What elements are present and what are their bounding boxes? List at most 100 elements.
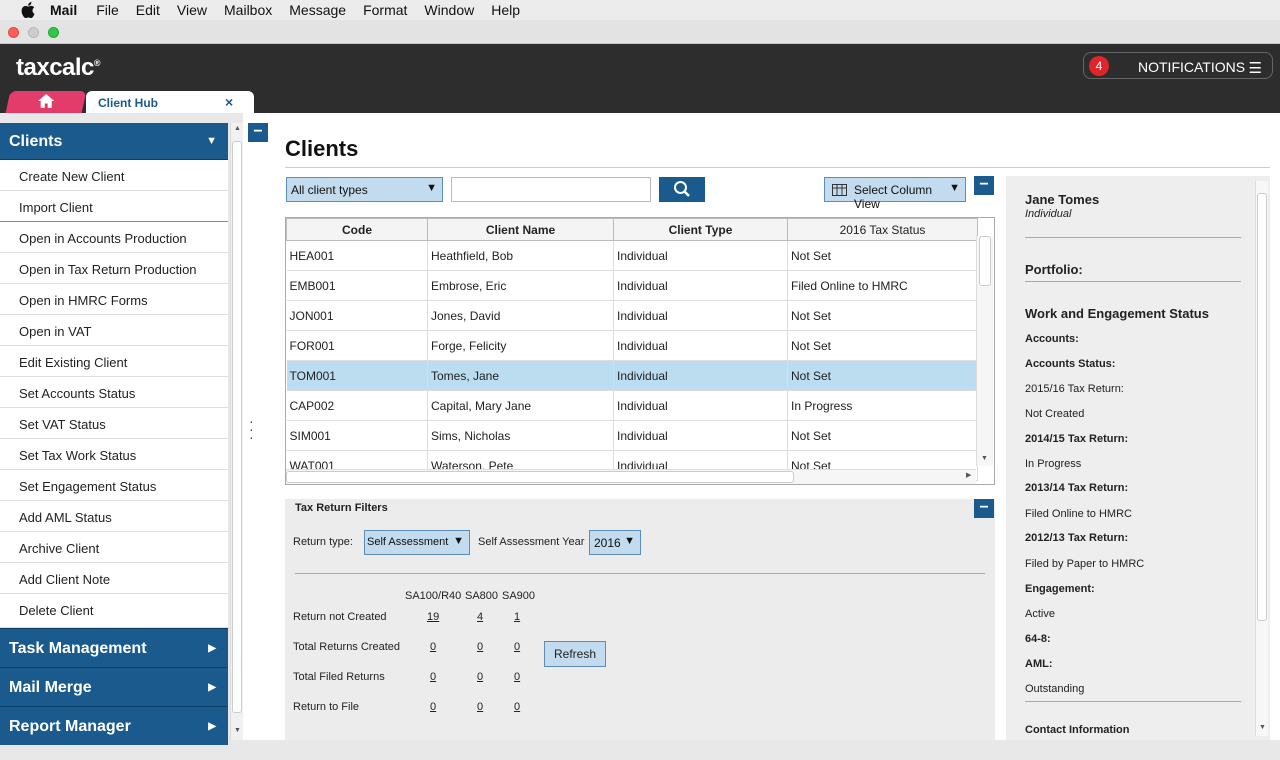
count-link[interactable]: 4 — [477, 611, 483, 623]
count-link[interactable]: 0 — [514, 671, 520, 683]
search-input[interactable] — [451, 177, 651, 202]
sidebar-item-add-aml-status[interactable]: Add AML Status — [0, 501, 228, 532]
details-scrollbar[interactable]: ▼ — [1255, 181, 1268, 736]
sidebar-group-report-manager[interactable]: Report Manager ▶ — [0, 706, 228, 745]
sidebar-item-archive-client[interactable]: Archive Client — [0, 532, 228, 563]
zoom-window-button[interactable] — [48, 27, 59, 38]
count-link[interactable]: 0 — [514, 641, 520, 653]
detail-divider — [1025, 701, 1241, 702]
sidebar-item-set-engagement-status[interactable]: Set Engagement Status — [0, 470, 228, 501]
table-row-selected[interactable]: TOM001 Tomes, Jane Individual Not Set — [286, 360, 978, 391]
tr1415-label: 2014/15 Tax Return: — [1025, 433, 1129, 445]
count-link[interactable]: 0 — [430, 641, 436, 653]
count-link[interactable]: 19 — [427, 611, 439, 623]
count-link[interactable]: 0 — [477, 641, 483, 653]
sidebar-scrollbar[interactable]: ▲ ▼ — [230, 123, 243, 740]
table-row[interactable]: CAP002 Capital, Mary Jane Individual In Pro… — [286, 390, 978, 421]
sidebar-item-open-vat[interactable]: Open in VAT — [0, 315, 228, 346]
menu-view[interactable]: View — [177, 2, 207, 18]
taxcalc-logo: taxcalc® — [16, 54, 101, 81]
menu-message[interactable]: Message — [289, 2, 346, 18]
collapse-sidebar-button[interactable]: − — [248, 123, 268, 142]
detail-divider — [1025, 281, 1241, 282]
count-link[interactable]: 1 — [514, 611, 520, 623]
menu-mailbox[interactable]: Mailbox — [224, 2, 272, 18]
menu-file[interactable]: File — [96, 2, 119, 18]
menu-format[interactable]: Format — [363, 2, 407, 18]
scroll-down-icon[interactable]: ▼ — [234, 727, 241, 734]
search-button[interactable] — [659, 177, 705, 202]
column-header-client-type[interactable]: Client Type — [613, 218, 788, 241]
cell-code: EMB001 — [286, 270, 428, 301]
count-link[interactable]: 0 — [430, 671, 436, 683]
tab-client-hub[interactable]: Client Hub × — [86, 91, 254, 113]
dropdown-arrow-icon: ▼ — [624, 535, 635, 547]
table-row[interactable]: EMB001 Embrose, Eric Individual Filed Onlin… — [286, 270, 978, 301]
sidebar-item-open-accounts-production[interactable]: Open in Accounts Production — [0, 222, 228, 253]
close-window-button[interactable] — [8, 27, 19, 38]
sidebar-item-open-hmrc-forms[interactable]: Open in HMRC Forms — [0, 284, 228, 315]
chevron-down-icon: ▼ — [206, 135, 217, 147]
sidebar-item-open-tax-return-production[interactable]: Open in Tax Return Production — [0, 253, 228, 284]
notifications-button[interactable]: 4 NOTIFICATIONS ☰ — [1083, 52, 1273, 79]
column-header-client-name[interactable]: Client Name — [427, 218, 614, 241]
sidebar-group-label: Report Manager — [9, 718, 131, 735]
close-tab-icon[interactable]: × — [225, 94, 233, 110]
table-row[interactable]: SIM001 Sims, Nicholas Individual Not Set — [286, 420, 978, 451]
table-row[interactable]: HEA001 Heathfield, Bob Individual Not Set — [286, 240, 978, 271]
apple-icon[interactable] — [20, 2, 36, 18]
title-divider — [285, 167, 1270, 168]
hamburger-menu-icon: ☰ — [1248, 60, 1262, 77]
sidebar-section-clients[interactable]: Clients ▼ — [0, 123, 228, 160]
table-row[interactable]: JON001 Jones, David Individual Not Set — [286, 300, 978, 331]
scroll-right-icon[interactable]: ▶ — [966, 471, 971, 479]
collapse-details-button[interactable]: − — [974, 176, 994, 195]
count-link[interactable]: 0 — [514, 701, 520, 713]
tr1213-label: 2012/13 Tax Return: — [1025, 532, 1129, 544]
menu-edit[interactable]: Edit — [136, 2, 160, 18]
menu-help[interactable]: Help — [491, 2, 520, 18]
scroll-up-icon[interactable]: ▲ — [234, 125, 241, 132]
sidebar-item-set-accounts-status[interactable]: Set Accounts Status — [0, 377, 228, 408]
sidebar-item-import-client[interactable]: Import Client — [0, 191, 228, 222]
sa-year-label: Self Assessment Year — [478, 536, 585, 548]
scroll-down-icon[interactable]: ▼ — [1259, 724, 1266, 731]
minimize-window-button[interactable] — [28, 27, 39, 38]
count-link[interactable]: 0 — [430, 701, 436, 713]
details-scroll-thumb[interactable] — [1257, 193, 1267, 621]
sidebar-item-set-tax-work-status[interactable]: Set Tax Work Status — [0, 439, 228, 470]
sa-year-select[interactable]: 2016 ▼ — [589, 530, 641, 555]
collapse-filters-button[interactable]: − — [974, 499, 994, 518]
sidebar-group-task-management[interactable]: Task Management ▶ — [0, 628, 228, 667]
column-header-tax-status[interactable]: 2016 Tax Status — [787, 218, 978, 241]
sidebar-item-create-new-client[interactable]: Create New Client — [0, 160, 228, 191]
table-row[interactable]: FOR001 Forge, Felicity Individual Not Set — [286, 330, 978, 361]
table-scroll-thumb[interactable] — [979, 236, 991, 286]
table-hscroll-thumb[interactable] — [286, 471, 794, 483]
cell-tax-status: Not Set — [787, 420, 978, 451]
refresh-button[interactable]: Refresh — [544, 641, 606, 667]
table-vertical-scrollbar[interactable]: ▼ — [976, 236, 993, 466]
return-type-select[interactable]: Self Assessment ▼ — [364, 530, 470, 555]
row-label: Return not Created — [293, 611, 387, 623]
columns-icon — [832, 184, 847, 196]
sidebar-group-mail-merge[interactable]: Mail Merge ▶ — [0, 667, 228, 706]
client-type-select[interactable]: All client types ▼ — [286, 177, 443, 202]
menu-app-name[interactable]: Mail — [50, 2, 77, 18]
sidebar-item-set-vat-status[interactable]: Set VAT Status — [0, 408, 228, 439]
cell-tax-status: Filed Online to HMRC — [787, 270, 978, 301]
sidebar-item-add-client-note[interactable]: Add Client Note — [0, 563, 228, 594]
column-header-code[interactable]: Code — [286, 218, 428, 241]
sidebar-scroll-thumb[interactable] — [232, 141, 242, 713]
select-column-view-button[interactable]: Select Column View ▼ — [824, 177, 966, 211]
menu-window[interactable]: Window — [424, 2, 474, 18]
select-column-view-label: Select Column View — [854, 183, 933, 211]
splitter-handle-icon[interactable]: · · · — [249, 414, 254, 444]
scroll-down-icon[interactable]: ▼ — [981, 455, 988, 462]
sidebar-item-delete-client[interactable]: Delete Client — [0, 594, 228, 628]
table-horizontal-scrollbar[interactable]: ▶ — [286, 469, 976, 484]
count-link[interactable]: 0 — [477, 701, 483, 713]
count-link[interactable]: 0 — [477, 671, 483, 683]
home-tab[interactable] — [5, 91, 87, 113]
sidebar-item-edit-existing-client[interactable]: Edit Existing Client — [0, 346, 228, 377]
